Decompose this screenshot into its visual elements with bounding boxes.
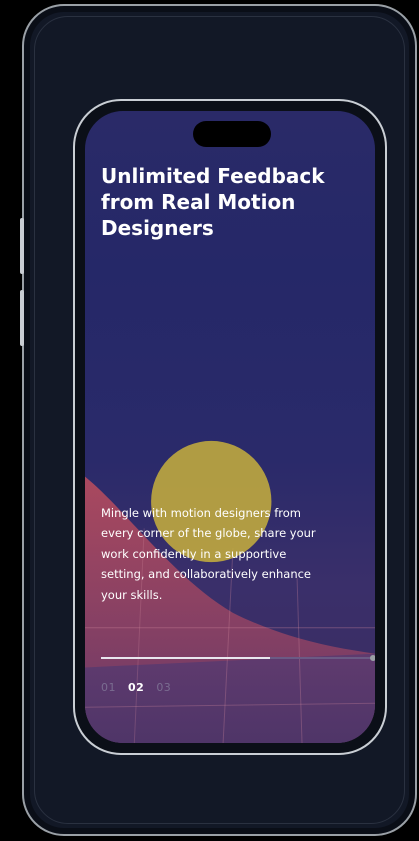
volume-down-button bbox=[20, 290, 24, 346]
volume-up-button bbox=[20, 218, 24, 274]
step-01[interactable]: 01 bbox=[101, 681, 116, 694]
progress-dot bbox=[370, 655, 375, 661]
phone-frame: Unlimited Feedback from Real Motion Desi… bbox=[73, 99, 387, 755]
notch bbox=[193, 121, 271, 147]
onboarding-description: Mingle with motion designers from every … bbox=[101, 506, 316, 602]
onboarding-headline: Unlimited Feedback from Real Motion Desi… bbox=[101, 164, 325, 240]
step-indicator: 01 02 03 bbox=[101, 681, 171, 694]
step-03[interactable]: 03 bbox=[156, 681, 171, 694]
onboarding-progress-bar bbox=[101, 655, 375, 661]
onboarding-screen: Unlimited Feedback from Real Motion Desi… bbox=[85, 111, 375, 743]
lower-shape bbox=[85, 653, 375, 743]
progress-fill bbox=[101, 657, 270, 659]
step-02[interactable]: 02 bbox=[128, 681, 144, 694]
